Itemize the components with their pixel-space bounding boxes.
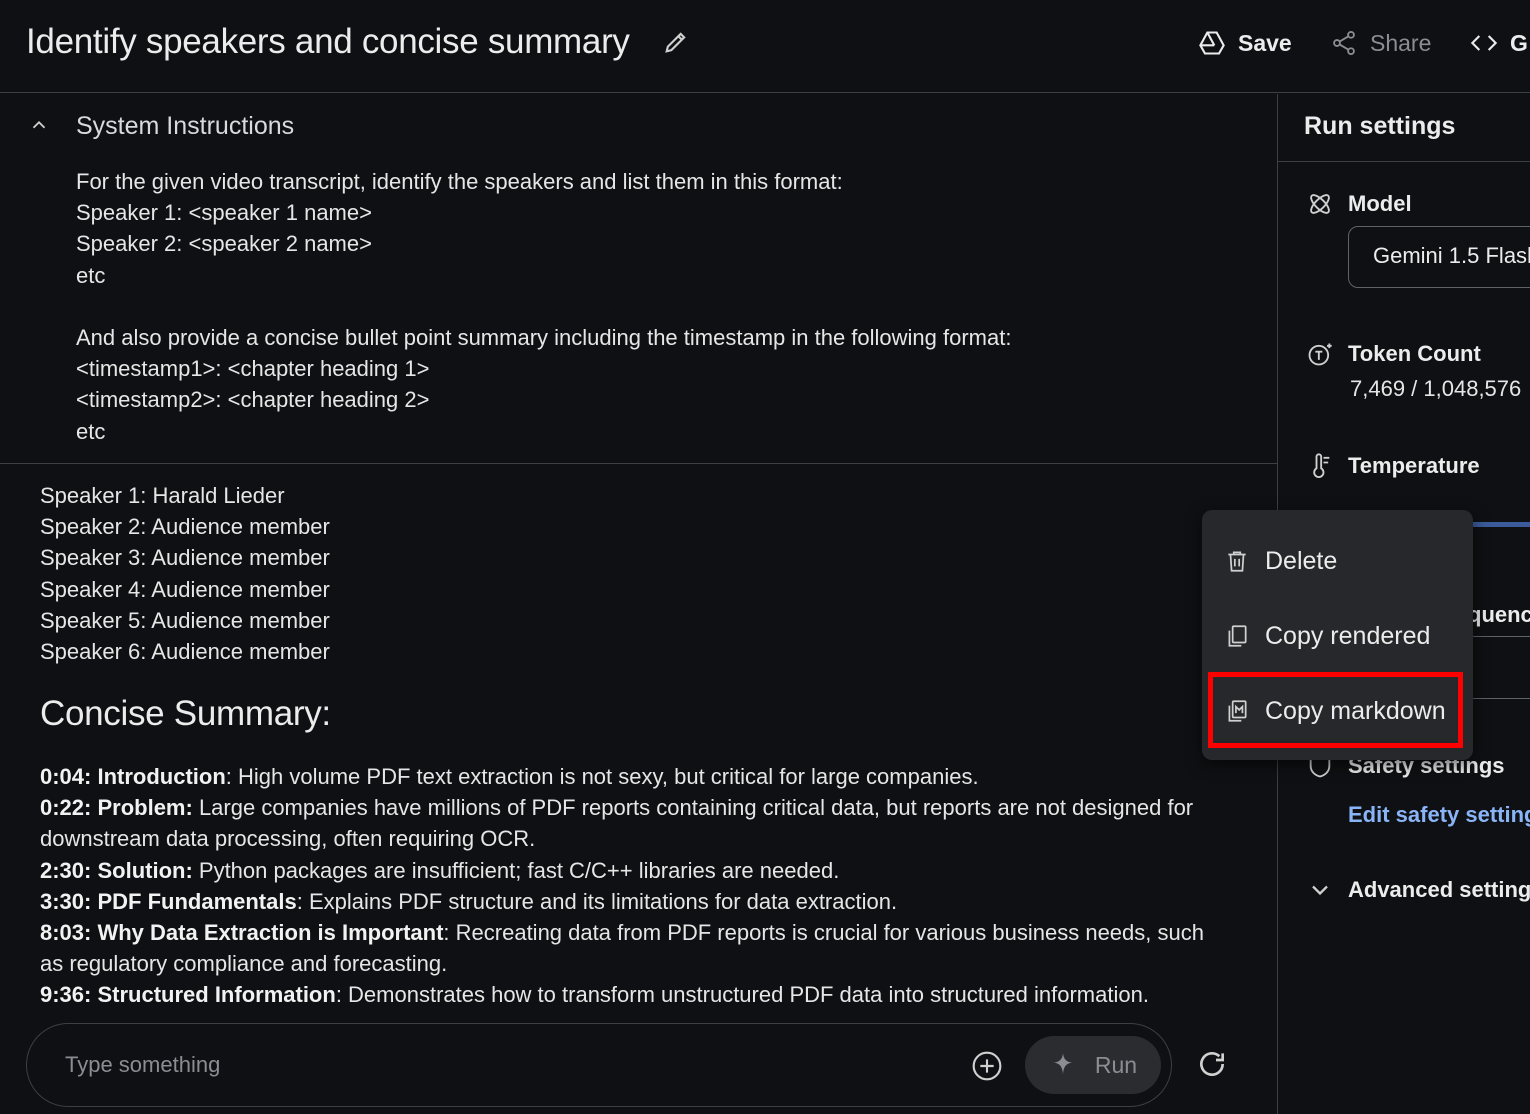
top-bar: Identify speakers and concise summary Sa… [0, 0, 1530, 93]
prompt-area: System Instructions For the given video … [0, 94, 1277, 1114]
model-label: Model [1348, 191, 1412, 216]
refresh-icon[interactable] [1196, 1048, 1228, 1080]
divider [1468, 698, 1530, 699]
edit-safety-settings-link[interactable]: Edit safety settings [1348, 802, 1530, 828]
speaker-list: Speaker 1: Harald Lieder Speaker 2: Audi… [40, 480, 330, 667]
run-button[interactable]: Run [1025, 1036, 1161, 1094]
model-row: Model [1306, 190, 1412, 218]
system-instructions-heading: System Instructions [76, 112, 295, 140]
add-media-icon[interactable] [971, 1050, 1003, 1082]
list-item: Speaker 6: Audience member [40, 639, 330, 665]
divider [1278, 161, 1530, 162]
model-value: Gemini 1.5 Flash [1373, 243, 1530, 268]
summary-label: 0:04: Introduction [40, 764, 226, 789]
summary-list: 0:04: Introduction: High volume PDF text… [40, 761, 1220, 1011]
list-item: Speaker 1: Harald Lieder [40, 483, 285, 508]
summary-text: Python packages are insufficient; fast C… [192, 857, 840, 883]
menu-item-copy-rendered[interactable]: Copy rendered [1202, 604, 1473, 668]
summary-text: : High volume PDF text extraction is not… [225, 764, 979, 789]
summary-heading: Concise Summary: [40, 694, 331, 733]
edit-pencil-icon[interactable] [662, 28, 690, 56]
temperature-row: Temperature [1306, 452, 1480, 480]
summary-label: 2:30: Solution: [40, 857, 193, 883]
list-item: 0:22: Problem: Large companies have mill… [40, 792, 1220, 854]
get-code-label: G [1510, 29, 1528, 56]
list-item: 0:04: Introduction: High volume PDF text… [40, 761, 1220, 792]
summary-label: 8:03: Why Data Extraction is Important [40, 920, 444, 946]
temperature-slider[interactable] [1468, 522, 1530, 527]
highlight-box [1208, 672, 1463, 748]
trash-icon [1228, 551, 1246, 572]
get-code-button[interactable]: G [1470, 26, 1528, 60]
page-title: Identify speakers and concise summary [26, 22, 630, 61]
sparkle-icon [1053, 1053, 1073, 1075]
list-item: Speaker 3: Audience member [40, 545, 330, 571]
summary-text: Large companies have millions of PDF rep… [40, 795, 1194, 852]
copy-icon [1228, 625, 1247, 647]
system-instructions-toggle[interactable]: System Instructions [28, 112, 294, 140]
list-item: 2:30: Solution: Python packages are insu… [40, 855, 1220, 886]
summary-label: 9:36: Structured Information [40, 982, 336, 1008]
system-instructions-text[interactable]: For the given video transcript, identify… [76, 166, 1011, 447]
save-button[interactable]: Save [1198, 26, 1292, 60]
token-count-row: Token Count [1306, 340, 1481, 368]
advanced-settings-toggle[interactable]: Advanced settings [1306, 876, 1530, 904]
list-item: 9:36: Structured Information: Demonstrat… [40, 979, 1220, 1010]
temperature-label: Temperature [1348, 453, 1480, 478]
list-item: 8:03: Why Data Extraction is Important: … [40, 917, 1220, 979]
menu-item-label: Copy rendered [1265, 621, 1431, 650]
code-icon [1470, 35, 1498, 51]
run-label: Run [1094, 1051, 1138, 1078]
menu-item-label: Delete [1265, 546, 1338, 575]
summary-text: : Demonstrates how to transform unstruct… [335, 982, 1149, 1008]
divider [0, 463, 1277, 464]
summary-text: : Explains PDF structure and its limitat… [296, 888, 898, 914]
token-icon [1308, 343, 1332, 366]
list-item: Speaker 5: Audience member [40, 607, 330, 633]
share-label: Share [1370, 29, 1432, 56]
run-settings-title: Run settings [1304, 112, 1456, 140]
list-item: 3:30: PDF Fundamentals: Explains PDF str… [40, 886, 1220, 917]
save-label: Save [1238, 29, 1292, 56]
thermometer-icon [1313, 453, 1330, 478]
divider [1468, 636, 1530, 637]
summary-label: 0:22: Problem: [40, 795, 193, 821]
model-icon [1310, 194, 1330, 214]
model-select[interactable]: Gemini 1.5 Flash [1348, 226, 1530, 288]
chevron-down-icon [1312, 885, 1328, 896]
token-count-label: Token Count [1348, 341, 1481, 366]
prompt-input[interactable]: Type something [65, 1052, 220, 1078]
drive-icon [1199, 31, 1225, 55]
prompt-input-bar[interactable]: Type something Run [26, 1023, 1172, 1107]
stop-sequence-label: quenc [1468, 602, 1530, 627]
list-item: Speaker 4: Audience member [40, 576, 330, 602]
advanced-settings-label: Advanced settings [1348, 877, 1530, 902]
menu-item-delete[interactable]: Delete [1202, 529, 1473, 593]
list-item: Speaker 2: Audience member [40, 514, 330, 540]
share-icon [1333, 30, 1355, 56]
token-count-value: 7,469 / 1,048,576 [1350, 376, 1522, 401]
summary-label: 3:30: PDF Fundamentals [40, 888, 297, 914]
chevron-up-icon[interactable] [28, 114, 50, 136]
share-button[interactable]: Share [1330, 26, 1431, 60]
